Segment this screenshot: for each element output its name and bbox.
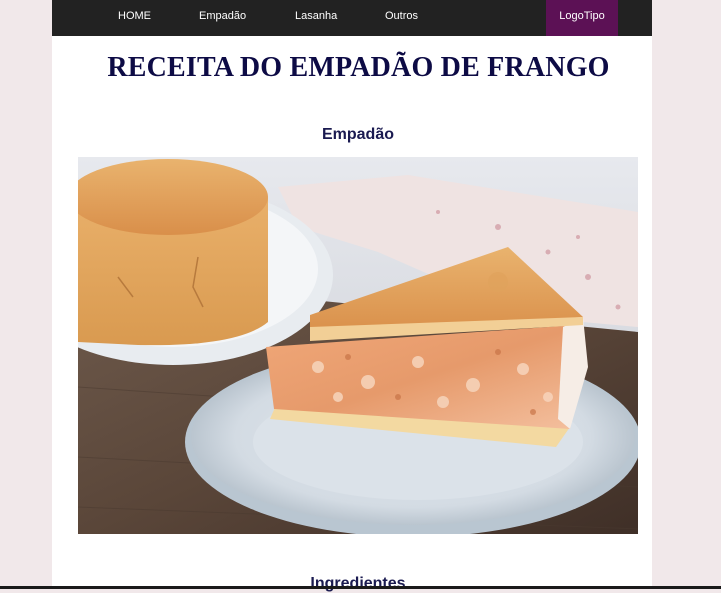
- logo-link[interactable]: LogoTipo: [546, 0, 618, 36]
- page-container: HOME Empadão Lasanha Outros LogoTipo REC…: [52, 0, 652, 592]
- nav-home-link[interactable]: HOME: [118, 0, 151, 36]
- nav-lasanha-link[interactable]: Lasanha: [295, 0, 337, 36]
- image-section-heading: Empadão: [321, 126, 394, 143]
- nav-empadao-link[interactable]: Empadão: [199, 0, 246, 36]
- ingredients-heading: Ingredientes: [310, 575, 406, 592]
- empadao-photo: [78, 157, 638, 534]
- page-title: RECEITA DO EMPADÃO DE FRANGO: [107, 52, 610, 83]
- nav-outros-link[interactable]: Outros: [385, 0, 418, 36]
- top-navbar: HOME Empadão Lasanha Outros LogoTipo: [52, 0, 652, 36]
